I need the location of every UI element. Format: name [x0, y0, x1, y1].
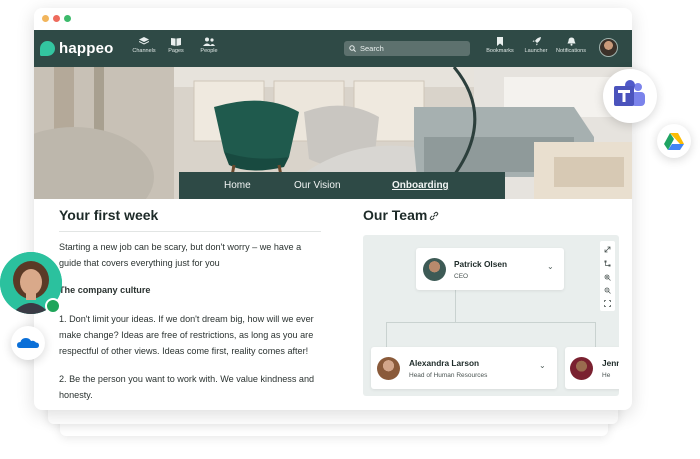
- expand-icon[interactable]: [604, 246, 611, 253]
- window-maximize-dot[interactable]: [64, 15, 71, 22]
- tab-onboarding[interactable]: Onboarding: [392, 180, 449, 191]
- nav-bookmarks-label: Bookmarks: [486, 48, 514, 54]
- teams-badge: [603, 69, 657, 123]
- avatar: [377, 357, 400, 380]
- person-name: Alexandra Larson: [409, 358, 480, 368]
- person-role: He: [602, 372, 611, 379]
- org-card-alexandra[interactable]: Alexandra Larson Head of Human Resources…: [371, 347, 557, 389]
- onedrive-cloud-icon: [17, 338, 39, 348]
- nav-notifications[interactable]: Notifications: [549, 37, 593, 54]
- person-name: Jenn: [602, 358, 619, 368]
- search-placeholder: Search: [360, 44, 384, 53]
- org-connector-left: [386, 322, 387, 347]
- top-nav: happeo Channels Pages People Search Book…: [34, 30, 632, 67]
- person-name: Patrick Olsen: [454, 259, 508, 269]
- org-connector-right: [595, 322, 596, 347]
- app-logo[interactable]: happeo: [40, 40, 114, 57]
- culture-item-1: 1. Don't limit your ideas. If we don't d…: [59, 314, 314, 356]
- bell-icon: [567, 37, 575, 46]
- section-heading: The company culture: [59, 285, 151, 295]
- window-minimize-dot[interactable]: [42, 15, 49, 22]
- culture-item-2: 2. Be the person you want to work with. …: [59, 374, 315, 400]
- tab-our-vision[interactable]: Our Vision: [294, 180, 341, 191]
- nav-people[interactable]: People: [189, 37, 229, 54]
- org-chart-toolbar: [600, 241, 615, 311]
- org-card-patrick[interactable]: Patrick Olsen CEO ⌄: [416, 248, 564, 290]
- nav-notifications-label: Notifications: [556, 48, 586, 54]
- org-connector-vertical: [455, 290, 456, 322]
- avatar: [423, 258, 446, 281]
- drive-badge: [657, 124, 691, 158]
- hierarchy-icon[interactable]: [604, 260, 611, 267]
- search-input[interactable]: Search: [344, 41, 470, 56]
- team-title: Our Team: [363, 207, 428, 223]
- window-titlebar: [34, 8, 632, 30]
- hero-tab-bar: Home Our Vision Onboarding: [179, 172, 505, 199]
- intro-paragraph: Starting a new job can be scary, but don…: [59, 242, 302, 268]
- org-chart: Patrick Olsen CEO ⌄ Alexandra Larson Hea…: [363, 235, 619, 396]
- stage: happeo Channels Pages People Search Book…: [0, 0, 700, 459]
- zoom-in-icon[interactable]: [604, 274, 611, 281]
- person-role: CEO: [454, 273, 469, 280]
- microsoft-teams-icon: [614, 80, 645, 106]
- user-avatar[interactable]: [599, 38, 618, 57]
- zoom-out-icon[interactable]: [604, 287, 611, 294]
- happeo-logo-icon: [40, 41, 55, 56]
- nav-pages-label: Pages: [168, 48, 184, 54]
- app-name: happeo: [59, 40, 114, 57]
- nav-people-label: People: [200, 48, 218, 54]
- link-icon[interactable]: [429, 211, 439, 221]
- title-divider: [59, 231, 321, 232]
- page-title: Your first week: [59, 207, 159, 223]
- chevron-down-icon[interactable]: ⌄: [547, 262, 554, 271]
- book-icon: [171, 38, 181, 46]
- tab-home[interactable]: Home: [224, 180, 251, 191]
- avatar: [570, 357, 593, 380]
- onedrive-badge: [11, 326, 45, 360]
- org-card-jenn[interactable]: Jenn He: [565, 347, 619, 389]
- org-connector-horizontal: [386, 322, 596, 323]
- layers-icon: [139, 37, 149, 45]
- app-window: happeo Channels Pages People Search Book…: [34, 8, 632, 410]
- nav-channels-label: Channels: [132, 48, 156, 54]
- window-close-dot[interactable]: [53, 15, 60, 22]
- chevron-down-icon[interactable]: ⌄: [539, 361, 546, 370]
- people-icon: [203, 37, 215, 46]
- search-icon: [349, 45, 356, 52]
- fit-screen-icon[interactable]: [604, 300, 611, 307]
- person-role: Head of Human Resources: [409, 372, 488, 379]
- online-status-indicator: [45, 298, 61, 314]
- nav-launcher-label: Launcher: [524, 48, 548, 54]
- nav-bookmarks[interactable]: Bookmarks: [480, 37, 520, 54]
- rocket-icon: [531, 37, 541, 46]
- google-drive-icon: [664, 133, 684, 150]
- bookmark-icon: [497, 37, 503, 46]
